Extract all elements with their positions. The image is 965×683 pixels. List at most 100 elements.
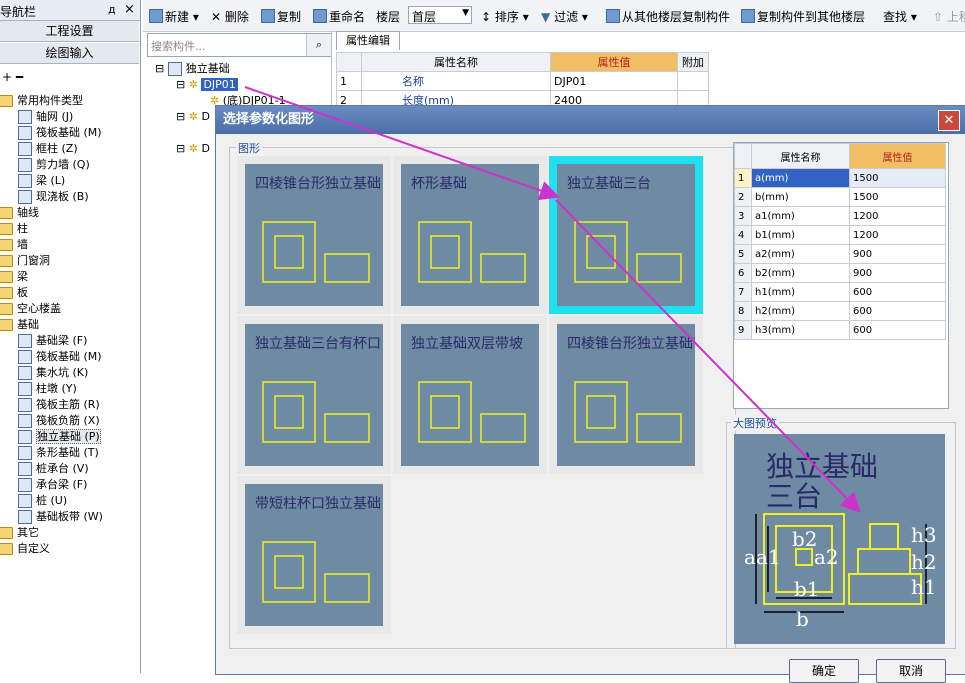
sort-label: 排序 — [494, 10, 519, 24]
nav-tree-item[interactable]: 筏板基础 (M) — [18, 349, 102, 365]
nav-tree-item[interactable]: 框柱 (Z) — [18, 141, 78, 157]
shape-card[interactable]: 独立基础三台 — [549, 156, 703, 314]
comp-tree-item-2[interactable]: ⊟ ✲ D — [176, 109, 210, 125]
folder-icon — [0, 239, 13, 251]
param-value[interactable]: 600 — [849, 282, 946, 302]
project-settings-button[interactable]: 工程设置 — [0, 21, 139, 42]
delete-button[interactable]: ✕ 删除 — [211, 8, 249, 25]
shape-card[interactable]: 独立基础双层带坡 — [393, 316, 547, 474]
dialog-title-bar[interactable]: 选择参数化图形 — [216, 106, 965, 134]
nav-tree-item[interactable]: 基础 — [0, 317, 39, 333]
param-value[interactable]: 900 — [849, 263, 946, 283]
floor-select[interactable]: 首层 ▼ — [408, 6, 472, 24]
dialog-close-button[interactable]: ✕ — [938, 110, 960, 131]
table-row[interactable]: 2 b(mm) 1500 — [734, 187, 946, 207]
nav-tree-item[interactable]: 柱墩 (Y) — [18, 381, 77, 397]
comp-tree-item-3[interactable]: ⊟ ✲ D — [176, 141, 210, 157]
new-button[interactable]: 新建 ▾ — [149, 8, 199, 25]
comp-tree-item-djp01[interactable]: ⊟ ✲ DJP01 — [176, 77, 238, 93]
component-icon — [18, 334, 32, 348]
dialog-title: 选择参数化图形 — [223, 112, 315, 127]
nav-tree-item[interactable]: 常用构件类型 — [0, 93, 83, 109]
find-button[interactable]: 查找 ▾ — [883, 8, 917, 25]
filter-button[interactable]: ▼ 过滤 ▾ — [541, 8, 588, 25]
table-row[interactable]: 5 a2(mm) 900 — [734, 244, 946, 264]
nav-tree-item[interactable]: 基础梁 (F) — [18, 333, 87, 349]
expand-collapse-icon[interactable]: + ━ — [2, 70, 23, 84]
comp-tree-root[interactable]: ⊟ 独立基础 — [155, 61, 230, 77]
nav-tree-item[interactable]: 筏板基础 (M) — [18, 125, 102, 141]
table-row[interactable]: 1 名称 DJP01 — [336, 71, 709, 91]
shape-card[interactable]: 四棱锥台形独立基础 — [237, 156, 391, 314]
nav-tree-item[interactable]: 筏板负筋 (X) — [18, 413, 100, 429]
table-row[interactable]: 9 h3(mm) 600 — [734, 320, 946, 340]
nav-tree-item[interactable]: 门窗洞 — [0, 253, 50, 269]
move-up-button[interactable]: ⇧ 上移 — [933, 8, 965, 25]
svg-text:b: b — [796, 607, 809, 631]
nav-tree-item[interactable]: 梁 (L) — [18, 173, 65, 189]
close-icon[interactable]: × — [124, 2, 135, 17]
property-value[interactable]: DJP01 — [550, 71, 678, 91]
nav-tree-item[interactable]: 现浇板 (B) — [18, 189, 89, 205]
nav-tree-item[interactable]: 轴网 (J) — [18, 109, 73, 125]
ok-button[interactable]: 确定 — [789, 659, 859, 683]
param-value[interactable]: 900 — [849, 244, 946, 264]
nav-tree-item-label: 柱墩 (Y) — [36, 382, 77, 395]
param-value[interactable]: 1200 — [849, 225, 946, 245]
table-row[interactable]: 6 b2(mm) 900 — [734, 263, 946, 283]
sort-button[interactable]: ↕ 排序 ▾ — [481, 8, 529, 25]
nav-tree-item[interactable]: 自定义 — [0, 541, 50, 557]
gear-icon: ✲ — [188, 142, 198, 155]
tab-property-edit[interactable]: 属性编辑 — [336, 31, 400, 50]
table-row[interactable]: 3 a1(mm) 1200 — [734, 206, 946, 226]
shape-card[interactable]: 四棱锥台形独立基础带柱 — [549, 316, 703, 474]
copy-button[interactable]: 复制 — [261, 8, 301, 25]
param-value[interactable]: 600 — [849, 301, 946, 321]
property-value-header: 属性值 — [550, 52, 678, 72]
copy-to-floor-button[interactable]: 复制构件到其他楼层 — [741, 8, 865, 25]
table-row[interactable]: 8 h2(mm) 600 — [734, 301, 946, 321]
shape-card[interactable]: 独立基础三台有杯口 — [237, 316, 391, 474]
nav-tree-item[interactable]: 桩 (U) — [18, 493, 67, 509]
nav-tree-item[interactable]: 柱 — [0, 221, 28, 237]
nav-tree-item[interactable]: 独立基础 (P) — [18, 429, 101, 445]
nav-tree-item[interactable]: 空心楼盖 — [0, 301, 61, 317]
nav-tree-item[interactable]: 轴线 — [0, 205, 39, 221]
draw-input-button[interactable]: 绘图输入 — [0, 43, 139, 64]
copy-from-floor-button[interactable]: 从其他楼层复制构件 — [606, 8, 730, 25]
nav-tree-item[interactable]: 剪力墙 (Q) — [18, 157, 90, 173]
nav-tree-item[interactable]: 条形基础 (T) — [18, 445, 99, 461]
rename-button[interactable]: 重命名 — [313, 8, 365, 25]
table-row[interactable]: 1 a(mm) 1500 — [734, 168, 946, 188]
param-value[interactable]: 600 — [849, 320, 946, 340]
nav-tree-item[interactable]: 筏板主筋 (R) — [18, 397, 100, 413]
nav-tree-item[interactable]: 桩承台 (V) — [18, 461, 89, 477]
left-nav-panel: 导航栏 д × 工程设置 绘图输入 + ━ 常用构件类型 轴网 (J) 筏板基础 (… — [0, 0, 141, 673]
nav-tree-item[interactable]: 集水坑 (K) — [18, 365, 88, 381]
param-value[interactable]: 1200 — [849, 206, 946, 226]
preview-group: 大图预览 独立基础 三台 b2 a2 b1 b a a1 h3 h2 h1 — [726, 415, 956, 649]
nav-tree-item[interactable]: 梁 — [0, 269, 28, 285]
param-name: h2(mm) — [751, 301, 850, 321]
cancel-button[interactable]: 取消 — [876, 659, 946, 683]
shape-thumbnail: 四棱锥台形独立基础带柱 — [557, 324, 695, 466]
pin-icon[interactable]: д — [108, 3, 116, 16]
param-value[interactable]: 1500 — [849, 168, 946, 188]
property-extra[interactable] — [677, 71, 709, 91]
search-input[interactable]: 搜索构件... ⌕ — [147, 33, 332, 57]
folder-icon — [0, 255, 13, 267]
nav-tree-item[interactable]: 墙 — [0, 237, 28, 253]
shape-card[interactable]: 带短柱杯口独立基础 — [237, 476, 391, 634]
nav-tree-item-label: 筏板基础 (M) — [36, 126, 102, 139]
nav-tree-item[interactable]: 承台梁 (F) — [18, 477, 87, 493]
shape-card[interactable]: 杯形基础 — [393, 156, 547, 314]
param-name: b2(mm) — [751, 263, 850, 283]
nav-tree-item[interactable]: 基础板带 (W) — [18, 509, 103, 525]
nav-tree-item[interactable]: 板 — [0, 285, 28, 301]
search-icon[interactable]: ⌕ — [306, 34, 331, 56]
folder-icon — [0, 287, 13, 299]
table-row[interactable]: 7 h1(mm) 600 — [734, 282, 946, 302]
nav-tree-item[interactable]: 其它 — [0, 525, 39, 541]
param-value[interactable]: 1500 — [849, 187, 946, 207]
table-row[interactable]: 4 b1(mm) 1200 — [734, 225, 946, 245]
